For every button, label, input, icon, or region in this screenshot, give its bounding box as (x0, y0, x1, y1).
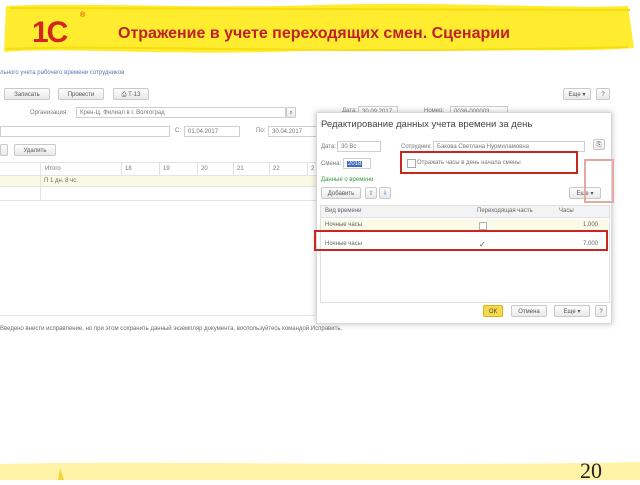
grid-row-line (0, 186, 320, 187)
search-icon: ⌕ (289, 110, 293, 116)
doc-more-button[interactable]: Еще ▾ (563, 88, 591, 100)
period-to-field[interactable]: 30.04.2017 (268, 126, 320, 137)
org-select-button[interactable]: ⌕ (286, 107, 296, 118)
save-button[interactable]: Записать (4, 88, 50, 100)
move-down-button[interactable]: ⇩ (379, 187, 391, 199)
grid-vline (40, 163, 41, 200)
status-message: Введено внести исправление, но при этом … (0, 326, 343, 332)
breadcrumb[interactable]: льного учета рабочего времени сотруднико… (0, 70, 124, 76)
arrow-down-icon: ⇩ (382, 191, 388, 197)
print-button[interactable]: ⎙ Т-13 (113, 88, 149, 100)
ok-button[interactable]: ОК (483, 305, 503, 317)
period-from-field[interactable]: 01.04.2017 (184, 126, 240, 137)
chevron-down-icon: ▾ (582, 92, 586, 98)
add-time-button[interactable]: Добавить (321, 187, 361, 199)
period-from-label: С: (175, 128, 181, 134)
dialog-attach-button[interactable]: ⎘ (593, 139, 605, 150)
grid-bottom-line (0, 200, 320, 201)
col-hours: Часы (559, 208, 574, 214)
arrow-up-icon: ⇧ (368, 191, 374, 197)
clip-icon: ⎘ (596, 142, 602, 148)
delete-button[interactable]: Удалить (14, 144, 56, 156)
more-highlight-box (584, 159, 614, 203)
cancel-button[interactable]: Отмена (511, 305, 547, 317)
logo: 1С (32, 16, 68, 49)
dialog-more-button[interactable]: Еще ▾ (554, 305, 590, 317)
col-carry-part: Переходящая часть (477, 208, 533, 214)
grid-header-day: 20 (198, 163, 234, 175)
dialog-help-button[interactable]: ? (595, 305, 607, 317)
edit-day-dialog: Редактирование данных учета времени за д… (316, 112, 612, 324)
move-up-button[interactable]: ⇧ (365, 187, 377, 199)
form-divider (0, 315, 315, 316)
table-header: Вид времени Переходящая часть Часы (321, 206, 609, 218)
period-to-label: По: (256, 128, 266, 134)
row-carry-checkbox[interactable] (479, 222, 487, 230)
chevron-down-icon: ▾ (577, 309, 581, 315)
time-section-label: Данные о времени (321, 177, 374, 183)
doc-help-button[interactable]: ? (596, 88, 610, 100)
registered-mark: ® (80, 12, 86, 19)
time-table: Вид времени Переходящая часть Часы Ночны… (320, 205, 610, 303)
col-time-type: Вид времени (325, 208, 362, 214)
footer-band (0, 458, 640, 480)
dialog-date-field[interactable]: 30 Вс (337, 141, 381, 152)
checkbox-highlight-box (400, 151, 578, 174)
shift-label: Смена: (321, 161, 342, 167)
org-label: Организация: (30, 110, 68, 116)
add-row-button[interactable] (0, 144, 8, 156)
shift-value: 2018 (347, 161, 363, 167)
org-field[interactable]: Крен-Ц. Филиал в г. Волгоград (76, 107, 286, 118)
filter-field[interactable] (0, 126, 170, 137)
employee-label: Сотрудник: (401, 144, 432, 150)
grid-header-day: 18 (122, 163, 160, 175)
grid-total-cell[interactable]: П 1 дн. 8 чс. (44, 178, 78, 184)
row-highlight-box (314, 230, 608, 251)
page-number: 20 (580, 458, 602, 483)
grid-header-total: Итого (42, 163, 122, 175)
dialog-date-label: Дата: (321, 144, 336, 150)
shift-field[interactable]: 2018 (343, 158, 371, 169)
post-button[interactable]: Провести (58, 88, 104, 100)
footer-background (0, 462, 640, 480)
slide-title: Отражение в учете переходящих смен. Сцен… (118, 25, 510, 42)
grid-header-day: 22 (270, 163, 308, 175)
grid-header-day: 19 (160, 163, 198, 175)
grid-header-day: 21 (234, 163, 270, 175)
dialog-title: Редактирование данных учета времени за д… (321, 119, 533, 130)
